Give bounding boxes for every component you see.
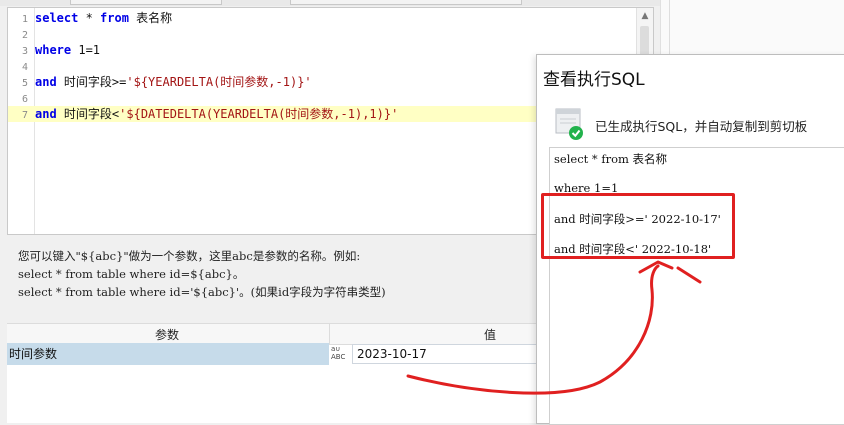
code-token: select — [35, 11, 79, 25]
editor-line[interactable]: 3 where 1=1 — [8, 42, 628, 58]
toolbar-button[interactable] — [70, 0, 222, 5]
code-token: '${YEARDELTA(时间参数,-1)}' — [126, 75, 312, 89]
param-name-cell[interactable]: 时间参数 — [7, 343, 329, 365]
sql-result-box[interactable]: select * from 表名称 where 1=1 and 时间字段>=' … — [549, 147, 844, 425]
param-value-input[interactable]: 2023-10-17 — [352, 344, 537, 364]
hint-line-1: 您可以键入"${abc}"做为一个参数，这里abc是参数的名称。例如: — [18, 249, 361, 263]
code-token: and — [35, 107, 57, 121]
column-separator[interactable] — [329, 324, 330, 344]
code-token: * — [78, 11, 101, 25]
code-token: 表名称 — [128, 11, 173, 25]
code-token: '${DATEDELTA(YEARDELTA(时间参数,-1),1)}' — [119, 107, 399, 121]
text-type-icon[interactable]: a∪ ABC — [331, 345, 351, 363]
parameter-hint: 您可以键入"${abc}"做为一个参数，这里abc是参数的名称。例如: sele… — [18, 247, 538, 301]
success-check-icon — [555, 108, 583, 140]
code-token: and — [35, 75, 57, 89]
editor-line[interactable]: 1 select * from 表名称 — [8, 10, 628, 26]
line-number: 7 — [21, 110, 28, 121]
code-token: 时间字段>= — [56, 75, 127, 89]
code-token: 1=1 — [71, 43, 101, 57]
editor-line[interactable]: 2 — [8, 26, 628, 42]
code-token: from — [100, 11, 129, 25]
editor-line[interactable]: 6 — [8, 90, 628, 106]
parameter-table: 参数 值 时间参数 a∪ ABC 2023-10-17 — [7, 323, 539, 423]
hint-line-2: select * from table where id=${abc}。 — [18, 267, 245, 281]
parameter-table-header: 参数 值 — [7, 323, 539, 345]
code-token: where — [35, 43, 72, 57]
dialog-message: 已生成执行SQL，并自动复制到剪切板 — [595, 119, 808, 134]
scroll-up-icon[interactable]: ▲ — [637, 8, 653, 24]
annotation-highlight-box — [541, 193, 735, 259]
divider — [669, 0, 670, 60]
dialog-title: 查看执行SQL — [543, 70, 645, 90]
toolbar-button[interactable] — [290, 0, 522, 5]
code-token: 时间字段< — [56, 107, 120, 121]
hint-line-3: select * from table where id='${abc}'。(如… — [18, 285, 386, 299]
column-header-value[interactable]: 值 — [484, 326, 496, 343]
editor-line[interactable]: 7 and 时间字段<'${DATEDELTA(YEARDELTA(时间参数,-1… — [8, 106, 628, 122]
editor-line[interactable]: 5 and 时间字段>='${YEARDELTA(时间参数,-1)}' — [8, 74, 628, 90]
editor-line[interactable]: 4 — [8, 58, 628, 74]
result-line: select * from 表名称 — [554, 152, 668, 166]
column-header-param[interactable]: 参数 — [155, 326, 179, 343]
table-row[interactable]: 时间参数 a∪ ABC 2023-10-17 — [7, 343, 539, 365]
type-label: ABC — [331, 353, 346, 361]
